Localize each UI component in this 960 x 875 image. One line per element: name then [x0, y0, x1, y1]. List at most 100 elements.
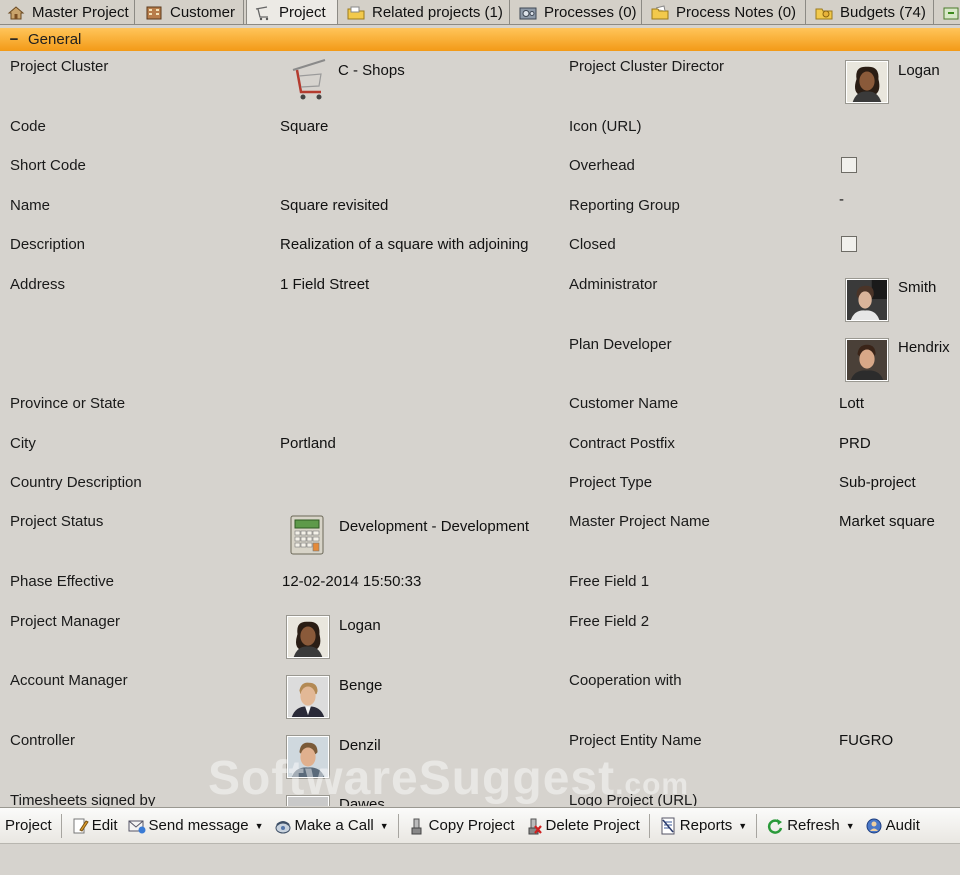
audit-icon: [865, 817, 883, 835]
avatar-dawes: [287, 796, 329, 806]
bottom-toolbar: Project Edit Send message ▼ Make a Call …: [0, 807, 960, 844]
icon-url-label: Icon (URL): [569, 118, 642, 135]
refresh-button[interactable]: Refresh ▼: [761, 807, 859, 844]
project-type-value: Sub-project: [839, 474, 916, 491]
toolbar-separator: [397, 813, 399, 838]
project-menu-label: Project: [5, 817, 52, 834]
edit-button[interactable]: Edit: [66, 807, 123, 844]
building-icon: [144, 5, 164, 21]
tab-master-project[interactable]: Master Project: [0, 0, 135, 24]
address-value: 1 Field Street: [280, 276, 370, 293]
send-message-button[interactable]: Send message ▼: [123, 807, 269, 844]
name-value: Square revisited: [280, 197, 389, 214]
tab-label: Customer: [170, 4, 236, 21]
tab-process-notes[interactable]: Process Notes (0): [644, 0, 806, 24]
account-manager-value: Benge: [339, 677, 383, 694]
contract-postfix-label: Contract Postfix: [569, 435, 675, 452]
address-label: Address: [10, 276, 66, 293]
customer-name-value: Lott: [839, 395, 865, 412]
project-type-label: Project Type: [569, 474, 653, 491]
project-status-value: Development - Development: [339, 518, 530, 535]
plan-developer-label: Plan Developer: [569, 336, 672, 353]
cluster-director-label: Project Cluster Director: [569, 58, 725, 75]
tab-label: Process Notes (0): [676, 4, 797, 21]
closed-label: Closed: [569, 236, 616, 253]
entity-name-value: FUGRO: [839, 732, 894, 749]
collapse-icon[interactable]: −: [0, 31, 28, 48]
tab-label: Processes (0): [544, 4, 637, 21]
overhead-checkbox[interactable]: [841, 157, 857, 173]
watermark-text: SoftwareSuggest: [208, 752, 616, 805]
gears-icon: [518, 5, 538, 21]
tab-budgets[interactable]: Budgets (74): [808, 0, 934, 24]
delete-icon: [525, 817, 543, 835]
phase-effective-value: 12-02-2014 15:50:33: [282, 573, 422, 590]
status-bar: [0, 844, 960, 875]
reports-button[interactable]: Reports ▼: [654, 807, 752, 844]
short-code-label: Short Code: [10, 157, 86, 174]
overhead-label: Overhead: [569, 157, 635, 174]
code-label: Code: [10, 118, 46, 135]
free-field-2-label: Free Field 2: [569, 613, 650, 630]
reporting-group-label: Reporting Group: [569, 197, 680, 214]
avatar-hendrix: [846, 339, 888, 381]
free-field-1-label: Free Field 1: [569, 573, 650, 590]
logo-url-label: Logo Project (URL): [569, 792, 698, 806]
country-label: Country Description: [10, 474, 142, 491]
closed-checkbox[interactable]: [841, 236, 857, 252]
make-call-button[interactable]: Make a Call ▼: [269, 807, 394, 844]
tab-processes[interactable]: Processes (0): [512, 0, 642, 24]
calculator-icon: [288, 514, 326, 556]
avatar-denzil: [287, 736, 329, 778]
tab-label: Related projects (1): [372, 4, 503, 21]
avatar-logan-director: [846, 61, 888, 103]
description-label: Description: [10, 236, 86, 253]
refresh-icon: [766, 817, 784, 835]
tab-label: Master Project: [32, 4, 129, 21]
chevron-down-icon[interactable]: ▼: [380, 821, 389, 831]
chevron-down-icon[interactable]: ▼: [846, 821, 855, 831]
toolbar-separator: [648, 813, 650, 838]
project-manager-value: Logan: [339, 617, 381, 634]
name-label: Name: [10, 197, 51, 214]
tab-bar: Master Project Customer Project Related …: [0, 0, 960, 25]
project-menu[interactable]: Project: [0, 807, 57, 844]
delete-project-button[interactable]: Delete Project: [520, 807, 645, 844]
administrator-value: Smith: [898, 279, 937, 296]
city-label: City: [10, 435, 36, 452]
reports-icon: [659, 817, 677, 835]
customer-name-label: Customer Name: [569, 395, 679, 412]
chevron-down-icon[interactable]: ▼: [255, 821, 264, 831]
project-cluster-label: Project Cluster: [10, 58, 109, 75]
phone-icon: [274, 817, 292, 835]
city-value: Portland: [280, 435, 336, 452]
section-title: General: [28, 31, 82, 48]
code-value: Square: [280, 118, 329, 135]
project-manager-label: Project Manager: [10, 613, 121, 630]
cluster-director-value: Logan: [898, 62, 940, 79]
tab-project[interactable]: Project: [246, 0, 338, 24]
notes-icon: [650, 4, 670, 21]
toolbar-separator: [60, 813, 62, 838]
folder-icon: [346, 5, 366, 21]
avatar-logan: [287, 616, 329, 658]
plan-developer-value: Hendrix: [898, 339, 950, 356]
section-general-header[interactable]: − General: [0, 28, 960, 51]
copy-project-label: Copy Project: [428, 817, 515, 834]
overflow-tab-icon: [942, 5, 960, 21]
toolbar-separator: [756, 813, 758, 838]
chevron-down-icon[interactable]: ▼: [738, 821, 747, 831]
house-icon: [6, 5, 26, 21]
make-call-label: Make a Call: [294, 817, 374, 834]
controller-label: Controller: [10, 732, 76, 749]
administrator-label: Administrator: [569, 276, 658, 293]
tab-related-projects[interactable]: Related projects (1): [340, 0, 510, 24]
audit-button[interactable]: Audit: [860, 807, 925, 844]
tab-customer[interactable]: Customer: [138, 0, 244, 24]
refresh-label: Refresh: [787, 817, 840, 834]
tab-overflow[interactable]: [936, 0, 960, 24]
copy-project-button[interactable]: Copy Project: [403, 807, 520, 844]
controller-value: Denzil: [339, 737, 381, 754]
send-message-icon: [128, 817, 146, 835]
general-form: Project Cluster Code Short Code Name Des…: [0, 51, 960, 806]
